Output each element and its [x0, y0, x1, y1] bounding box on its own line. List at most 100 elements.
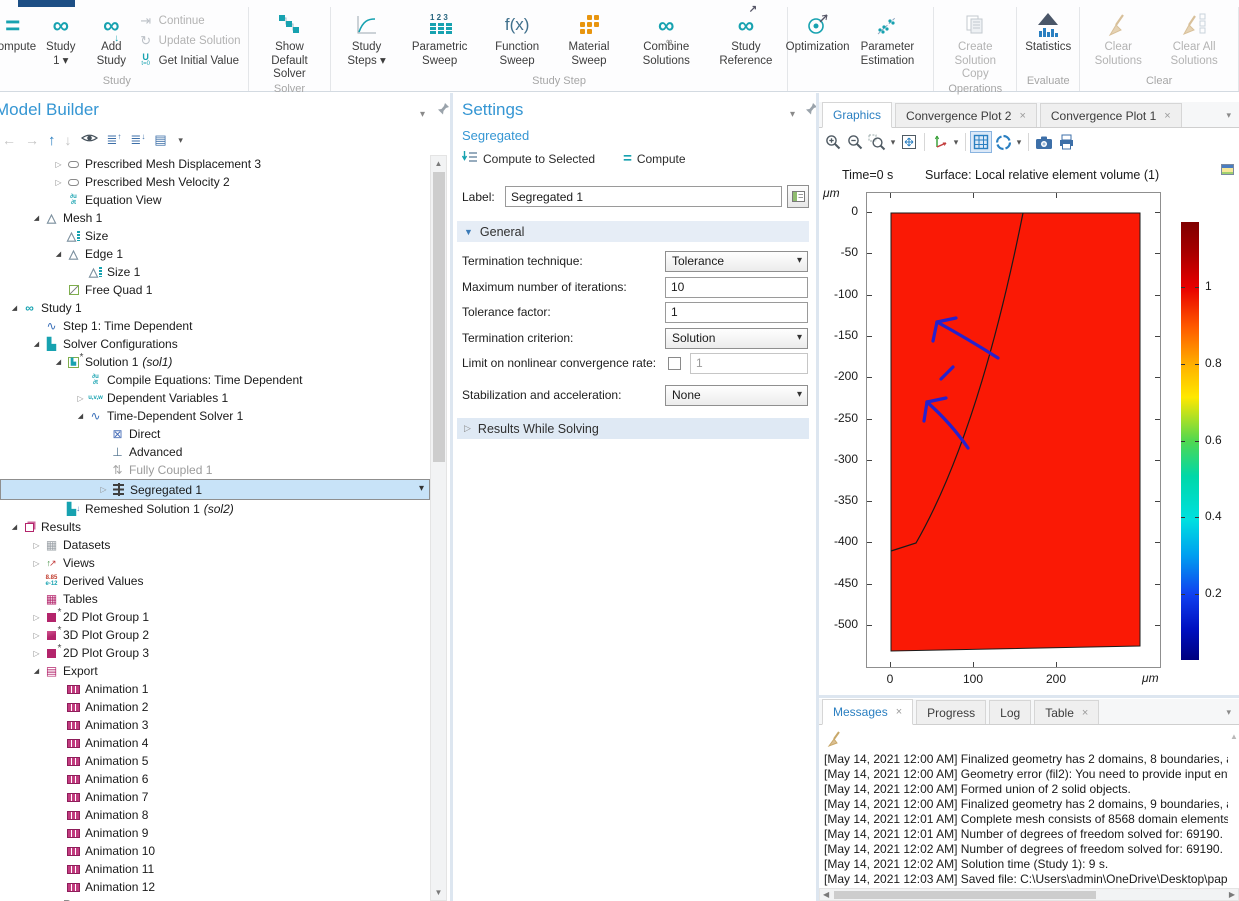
- tree-item-animation-11[interactable]: Animation 11: [0, 860, 430, 878]
- ribbon-button-study-1[interactable]: ∞Study 1 ▾: [37, 7, 86, 68]
- messages-tab-messages[interactable]: Messages×: [822, 699, 913, 725]
- tree-item-solver-configurations[interactable]: ◢▙Solver Configurations: [0, 335, 430, 353]
- tree-item-direct[interactable]: ⊠Direct: [0, 425, 430, 443]
- ribbon-button-function-sweep[interactable]: f(x)Function Sweep: [481, 7, 554, 68]
- messages-tab-log[interactable]: Log: [989, 700, 1031, 724]
- clear-messages-broom-icon[interactable]: [826, 730, 844, 753]
- tree-item-mesh-1[interactable]: ◢△Mesh 1: [0, 209, 430, 227]
- plot-canvas[interactable]: [866, 192, 1161, 668]
- tree-item-advanced[interactable]: ⊥Advanced: [0, 443, 430, 461]
- print-icon[interactable]: [1055, 131, 1077, 153]
- tree-collapsed-arrow[interactable]: ▷: [30, 559, 43, 568]
- scroll-left-arrow[interactable]: ◀: [823, 890, 829, 899]
- tree-item-time-dependent-solver-1[interactable]: ◢∿Time-Dependent Solver 1: [0, 407, 430, 425]
- ribbon-button-get-initial-value[interactable]: Ut=0Get Initial Value: [138, 52, 241, 69]
- tree-expanded-arrow[interactable]: ◢: [8, 304, 21, 312]
- tolerance-factor-input[interactable]: 1: [665, 302, 808, 323]
- messages-tab-progress[interactable]: Progress: [916, 700, 986, 724]
- tree-item-animation-6[interactable]: Animation 6: [0, 770, 430, 788]
- tree-scrollbar[interactable]: ▲ ▼: [430, 155, 447, 901]
- label-input[interactable]: Segregated 1: [505, 186, 782, 207]
- tree-item-size[interactable]: △Size: [0, 227, 430, 245]
- scroll-right-arrow[interactable]: ▶: [1229, 890, 1235, 899]
- tree-item-size-1[interactable]: △Size 1: [0, 263, 430, 281]
- graphics-tab-convergence-plot-2[interactable]: Convergence Plot 2×: [895, 103, 1037, 127]
- tree-item-animation-4[interactable]: Animation 4: [0, 734, 430, 752]
- tree-collapsed-arrow[interactable]: ▷: [97, 485, 110, 494]
- tree-collapsed-arrow[interactable]: ▷: [30, 649, 43, 658]
- close-tab-icon[interactable]: ×: [1164, 110, 1170, 122]
- dropdown-caret[interactable]: ▾: [1014, 137, 1024, 148]
- tree-item-compile-equations-time-dependent[interactable]: ∂u∂tCompile Equations: Time Dependent: [0, 371, 430, 389]
- tree-collapsed-arrow[interactable]: ▷: [30, 631, 43, 640]
- tree-item-prescribed-mesh-velocity-2[interactable]: ▷Prescribed Mesh Velocity 2: [0, 173, 430, 191]
- tree-item-animation-1[interactable]: Animation 1: [0, 680, 430, 698]
- tree-collapsed-arrow[interactable]: ▷: [30, 541, 43, 550]
- show-in-model-builder-button[interactable]: [787, 185, 809, 208]
- toolbar-dropdown-caret[interactable]: ▾: [176, 135, 186, 146]
- pin-icon[interactable]: [437, 102, 449, 120]
- ribbon-button-combine-solutions[interactable]: ∞∞Combine Solutions: [624, 7, 708, 68]
- dropdown-caret[interactable]: ▾: [951, 137, 961, 148]
- limit-on-nonlinear-convergence-rate-checkbox[interactable]: [668, 357, 681, 370]
- ribbon-button-show-default-solver[interactable]: Show Default Solver: [252, 7, 328, 82]
- tree-item-equation-view[interactable]: ∂u∂tEquation View: [0, 191, 430, 209]
- tree-item-remeshed-solution-1[interactable]: ▙↓Remeshed Solution 1(sol2): [0, 500, 430, 518]
- ribbon-button-add-study[interactable]: ∞↓Add Study: [85, 7, 138, 68]
- tree-item-animation-10[interactable]: Animation 10: [0, 842, 430, 860]
- tree-expanded-arrow[interactable]: ◢: [52, 358, 65, 366]
- move-up-icon[interactable]: ↑: [48, 132, 56, 149]
- forward-arrow-icon[interactable]: →: [25, 132, 39, 148]
- plot-window-icon[interactable]: [1221, 164, 1234, 175]
- stabilization-and-acceleration-select[interactable]: None: [665, 385, 808, 406]
- ribbon-button-study-reference[interactable]: ∞↗Study Reference: [708, 7, 784, 68]
- ribbon-button-compute[interactable]: =Compute: [0, 7, 37, 55]
- panel-splitter[interactable]: [819, 695, 1239, 698]
- close-tab-icon[interactable]: ×: [1082, 707, 1088, 719]
- tree-item-datasets[interactable]: ▷▦Datasets: [0, 536, 430, 554]
- snapshot-icon[interactable]: [1033, 131, 1055, 153]
- ribbon-button-study-steps[interactable]: Study Steps ▾: [334, 7, 398, 68]
- tree-collapsed-arrow[interactable]: ▷: [30, 613, 43, 622]
- ribbon-button-parametric-sweep[interactable]: 1 2 3Parametric Sweep: [399, 7, 481, 68]
- messages-tab-table[interactable]: Table×: [1034, 700, 1099, 724]
- node-text-icon[interactable]: ▤: [154, 132, 166, 148]
- tree-item-dependent-variables-1[interactable]: ▷u,v,wDependent Variables 1: [0, 389, 430, 407]
- tree-expanded-arrow[interactable]: ◢: [8, 523, 21, 531]
- scroll-down-arrow[interactable]: ▼: [431, 888, 446, 897]
- ribbon-button-statistics[interactable]: Statistics: [1020, 7, 1076, 55]
- tree-expanded-arrow[interactable]: ◢: [30, 340, 43, 348]
- tree-item-animation-8[interactable]: Animation 8: [0, 806, 430, 824]
- tree-item-derived-values[interactable]: 8.85e-12Derived Values: [0, 572, 430, 590]
- tree-item-study-1[interactable]: ◢∞Study 1: [0, 299, 430, 317]
- tree-item-step-1-time-dependent[interactable]: ∿Step 1: Time Dependent: [0, 317, 430, 335]
- tree-expanded-arrow[interactable]: ◢: [52, 250, 65, 258]
- tree-item-animation-7[interactable]: Animation 7: [0, 788, 430, 806]
- tree-expanded-arrow[interactable]: ◢: [30, 214, 43, 222]
- ribbon-button-material-sweep[interactable]: Material Sweep: [554, 7, 625, 68]
- compute-to-selected-button[interactable]: Compute to Selected: [462, 150, 595, 167]
- tree-collapsed-arrow[interactable]: ▷: [74, 394, 87, 403]
- messages-scroll-up-arrow[interactable]: ▲: [1230, 732, 1238, 741]
- tree-item-animation-9[interactable]: Animation 9: [0, 824, 430, 842]
- zoom-extents-icon[interactable]: [898, 131, 920, 153]
- tree-item-free-quad-1[interactable]: Free Quad 1: [0, 281, 430, 299]
- termination-technique-select[interactable]: Tolerance: [665, 251, 808, 272]
- tree-expanded-arrow[interactable]: ◢: [74, 412, 87, 420]
- tree-item-solution-1[interactable]: ◢▙Solution 1(sol1): [0, 353, 430, 371]
- hscrollbar-thumb[interactable]: [834, 891, 1096, 899]
- termination-criterion-select[interactable]: Solution: [665, 328, 808, 349]
- tree-item-fully-coupled-1[interactable]: ⇅Fully Coupled 1: [0, 461, 430, 479]
- scroll-up-arrow[interactable]: ▲: [431, 159, 446, 168]
- tree-item-animation-12[interactable]: Animation 12: [0, 878, 430, 896]
- axis-orientation-icon[interactable]: [929, 131, 951, 153]
- tabbar-dropdown-caret[interactable]: ▾: [1226, 110, 1231, 121]
- tree-item-views[interactable]: ▷↑↗Views: [0, 554, 430, 572]
- tree-item-tables[interactable]: ▦Tables: [0, 590, 430, 608]
- tree-expanded-arrow[interactable]: ◢: [30, 667, 43, 675]
- expand-all-icon[interactable]: ≣↑: [107, 132, 122, 148]
- tree-item-animation-5[interactable]: Animation 5: [0, 752, 430, 770]
- section-general[interactable]: ▼ General: [457, 221, 809, 242]
- grid-icon[interactable]: [970, 131, 992, 153]
- tree-item-2d-plot-group-1[interactable]: ▷2D Plot Group 1: [0, 608, 430, 626]
